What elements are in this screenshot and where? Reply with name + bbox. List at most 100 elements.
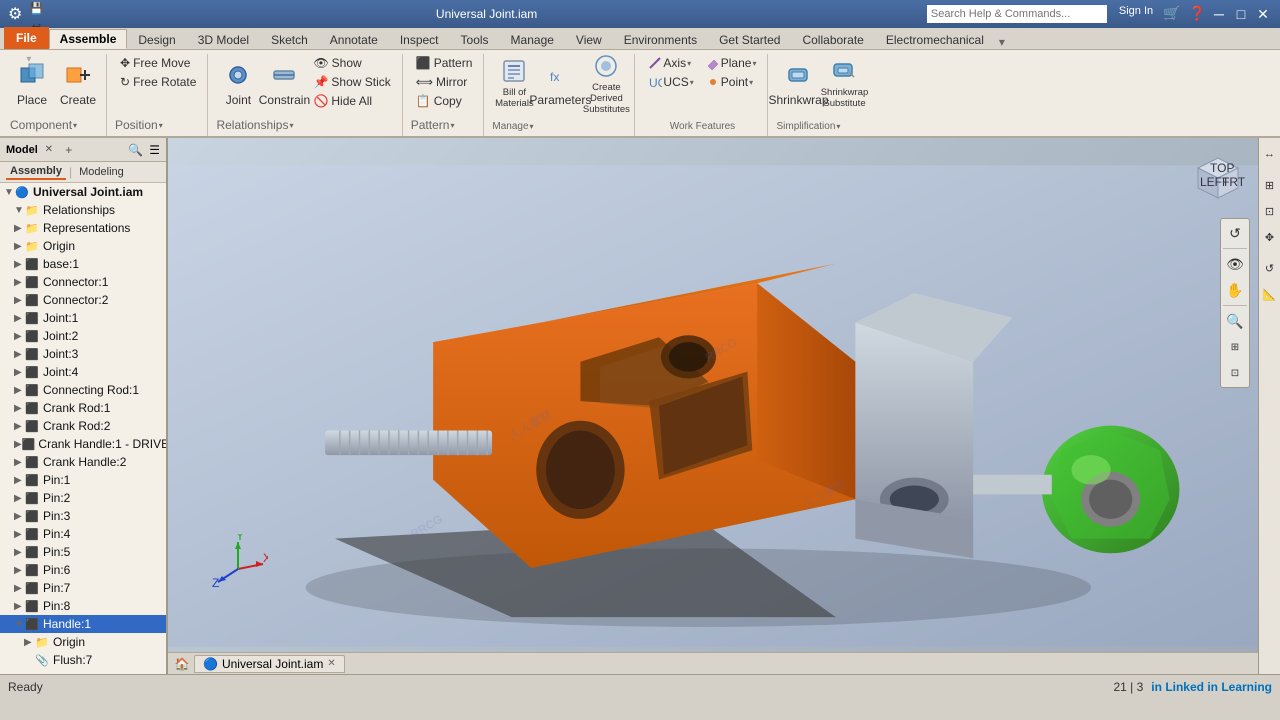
plane-button[interactable]: Plane ▾ — [701, 54, 762, 72]
tree-connector1[interactable]: ▶ ⬛ Connector:1 — [0, 273, 166, 291]
mirror-button[interactable]: ⟺ Mirror — [411, 73, 478, 91]
free-move-button[interactable]: ✥ Free Move — [115, 54, 201, 72]
tab-design[interactable]: Design — [127, 29, 186, 49]
tree-crankhandle1[interactable]: ▶ ⬛ Crank Handle:1 - DRIVE — [0, 435, 166, 453]
tree-pin2[interactable]: ▶ ⬛ Pin:2 — [0, 489, 166, 507]
constrain-button[interactable]: Constrain — [262, 54, 306, 112]
expand-pin2[interactable]: ▶ — [14, 493, 24, 504]
viewport-tab-close[interactable]: ✕ — [327, 658, 335, 669]
tab-collaborate[interactable]: Collaborate — [791, 29, 874, 49]
expand-crankrod2[interactable]: ▶ — [14, 421, 24, 432]
minimize-btn[interactable]: ─ — [1210, 5, 1228, 23]
expand-connector2[interactable]: ▶ — [14, 295, 24, 306]
tab-view[interactable]: View — [565, 29, 613, 49]
expand-crankrod1[interactable]: ▶ — [14, 403, 24, 414]
axis-button[interactable]: Axis ▾ — [643, 54, 698, 72]
simplification-label[interactable]: Simplification ▾ — [776, 119, 866, 132]
expand-root[interactable]: ▼ — [4, 187, 14, 198]
expand-pin1[interactable]: ▶ — [14, 475, 24, 486]
save-btn[interactable]: 💾 — [26, 0, 46, 17]
tree-joint4[interactable]: ▶ ⬛ Joint:4 — [0, 363, 166, 381]
tree-root[interactable]: ▼ 🔵 Universal Joint.iam — [0, 183, 166, 201]
tree-origin[interactable]: ▶ 📁 Origin — [0, 237, 166, 255]
expand-connector1[interactable]: ▶ — [14, 277, 24, 288]
joint-button[interactable]: Joint — [216, 54, 260, 112]
tab-get-started[interactable]: Get Started — [708, 29, 791, 49]
help-search-input[interactable] — [927, 5, 1107, 23]
tree-flush7[interactable]: ▶ 📎 Flush:7 — [0, 651, 166, 669]
viewport-tab-main[interactable]: 🔵 Universal Joint.iam ✕ — [194, 655, 345, 673]
expand-pin3[interactable]: ▶ — [14, 511, 24, 522]
right-panel-btn6[interactable]: 📐 — [1258, 282, 1280, 306]
right-panel-btn2[interactable]: ⊞ — [1258, 173, 1280, 197]
ucs-button[interactable]: UCS UCS ▾ — [643, 73, 698, 91]
close-btn[interactable]: ✕ — [1254, 5, 1272, 23]
cart-icon[interactable]: 🛒 — [1163, 5, 1180, 23]
tree-pin5[interactable]: ▶ ⬛ Pin:5 — [0, 543, 166, 561]
tree-connectingrod1[interactable]: ▶ ⬛ Connecting Rod:1 — [0, 381, 166, 399]
expand-pin4[interactable]: ▶ — [14, 529, 24, 540]
right-panel-btn3[interactable]: ⊡ — [1258, 199, 1280, 223]
right-panel-btn5[interactable]: ↺ — [1258, 256, 1280, 280]
pattern-group-label[interactable]: Pattern ▾ — [411, 116, 478, 132]
tree-pin1[interactable]: ▶ ⬛ Pin:1 — [0, 471, 166, 489]
expand-joint2[interactable]: ▶ — [14, 331, 24, 342]
tab-assemble[interactable]: Assemble — [49, 29, 128, 49]
model-close-btn[interactable]: ✕ — [42, 143, 56, 157]
tab-manage[interactable]: Manage — [500, 29, 565, 49]
tab-inspect[interactable]: Inspect — [389, 29, 450, 49]
expand-joint3[interactable]: ▶ — [14, 349, 24, 360]
tab-modeling[interactable]: Modeling — [75, 165, 128, 179]
tree-pin6[interactable]: ▶ ⬛ Pin:6 — [0, 561, 166, 579]
place-button[interactable]: Place — [10, 54, 54, 112]
expand-handle1[interactable]: ▼ — [14, 619, 24, 630]
expand-pin5[interactable]: ▶ — [14, 547, 24, 558]
free-rotate-button[interactable]: ↻ Free Rotate — [115, 73, 201, 91]
copy-button[interactable]: 📋 Copy — [411, 92, 478, 110]
expand-origin[interactable]: ▶ — [14, 241, 24, 252]
expand-relationships[interactable]: ▼ — [14, 205, 24, 216]
expand-joint1[interactable]: ▶ — [14, 313, 24, 324]
tree-handle1-origin[interactable]: ▶ 📁 Origin — [0, 633, 166, 651]
show-button[interactable]: 👁 Show — [308, 54, 395, 72]
manage-group-label[interactable]: Manage ▾ — [492, 119, 628, 132]
pan-btn[interactable]: ✋ — [1223, 278, 1247, 302]
tab-annotate[interactable]: Annotate — [319, 29, 389, 49]
hide-all-button[interactable]: 🚫 Hide All — [308, 92, 395, 110]
show-stick-button[interactable]: 📌 Show Stick — [308, 73, 395, 91]
component-group-label[interactable]: Component ▾ — [10, 116, 100, 132]
tree-relationships[interactable]: ▼ 📁 Relationships — [0, 201, 166, 219]
tree-list-icon[interactable]: ☰ — [149, 143, 160, 157]
tree-connector2[interactable]: ▶ ⬛ Connector:2 — [0, 291, 166, 309]
tab-tools[interactable]: Tools — [450, 29, 500, 49]
tab-3dmodel[interactable]: 3D Model — [187, 29, 260, 49]
tab-assembly[interactable]: Assembly — [6, 164, 66, 180]
tree-crankrod2[interactable]: ▶ ⬛ Crank Rod:2 — [0, 417, 166, 435]
shrinkwrap-button[interactable]: Shrinkwrap — [776, 54, 820, 112]
tree-pin3[interactable]: ▶ ⬛ Pin:3 — [0, 507, 166, 525]
zoom-all-btn[interactable]: ⊞ — [1223, 335, 1247, 359]
zoom-window-btn[interactable]: ⊡ — [1223, 361, 1247, 385]
parameters-button[interactable]: fx Parameters — [538, 54, 582, 112]
position-group-label[interactable]: Position ▾ — [115, 116, 201, 132]
right-panel-btn1[interactable]: ↔ — [1258, 142, 1280, 166]
tree-handle1[interactable]: ▼ ⬛ Handle:1 — [0, 615, 166, 633]
viewcube[interactable]: TOP LEFT FRT — [1188, 148, 1248, 208]
tab-file[interactable]: File — [4, 27, 49, 49]
relationships-group-label[interactable]: Relationships ▾ — [216, 116, 395, 132]
tree-crankrod1[interactable]: ▶ ⬛ Crank Rod:1 — [0, 399, 166, 417]
tree-pin7[interactable]: ▶ ⬛ Pin:7 — [0, 579, 166, 597]
tree-search-icon[interactable]: 🔍 — [128, 143, 143, 157]
expand-pin7[interactable]: ▶ — [14, 583, 24, 594]
expand-crankhandle1[interactable]: ▶ — [14, 439, 22, 450]
maximize-btn[interactable]: □ — [1232, 5, 1250, 23]
expand-crankhandle2[interactable]: ▶ — [14, 457, 24, 468]
expand-connectingrod1[interactable]: ▶ — [14, 385, 24, 396]
model-add-btn[interactable]: + — [62, 143, 76, 157]
tree-pin4[interactable]: ▶ ⬛ Pin:4 — [0, 525, 166, 543]
expand-representations[interactable]: ▶ — [14, 223, 24, 234]
create-button[interactable]: Create — [56, 54, 100, 112]
tree-joint1[interactable]: ▶ ⬛ Joint:1 — [0, 309, 166, 327]
right-panel-btn4[interactable]: ✥ — [1258, 225, 1280, 249]
more-tabs-btn[interactable]: ▾ — [999, 35, 1005, 49]
